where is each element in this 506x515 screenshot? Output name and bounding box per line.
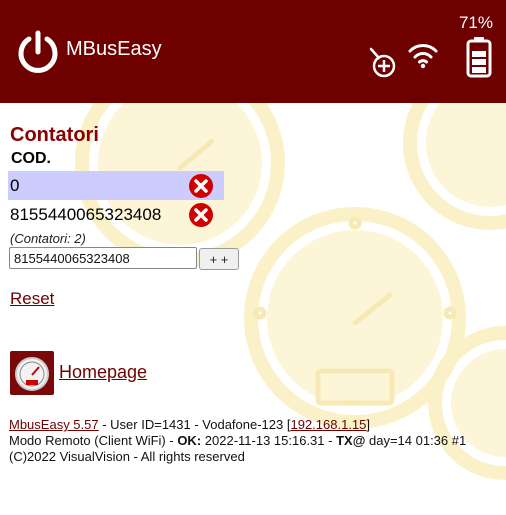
delete-icon[interactable] [188, 173, 214, 199]
main-content: Contatori COD. 0 8155440065323408 (Conta… [0, 103, 506, 515]
homepage-link[interactable]: Homepage [59, 362, 147, 383]
ip-link[interactable]: 192.168.1.15 [290, 417, 366, 432]
delete-icon[interactable] [188, 202, 214, 228]
user-info: - User ID=1431 - Vodafone-123 [ [98, 417, 291, 432]
power-icon[interactable] [16, 30, 60, 74]
gauge-home-icon[interactable] [10, 351, 54, 395]
status-footer: MbusEasy 5.57 - User ID=1431 - Vodafone-… [9, 417, 499, 465]
tx-text: day=14 01:36 #1 [365, 433, 467, 448]
copyright: (C)2022 VisualVision - All rights reserv… [9, 449, 245, 464]
column-header-code: COD. [11, 150, 51, 167]
version-link[interactable]: MbusEasy 5.57 [9, 417, 99, 432]
list-item[interactable]: 8155440065323408 [8, 200, 224, 229]
reset-link[interactable]: Reset [10, 289, 54, 309]
battery-icon [466, 37, 492, 78]
ok-label: OK: [177, 433, 202, 448]
tx-label: TX@ [336, 433, 366, 448]
mode-text: Modo Remoto (Client WiFi) - [9, 433, 178, 448]
meter-code: 0 [10, 175, 20, 195]
app-header: MBusEasy 71% [0, 0, 506, 103]
meter-code: 8155440065323408 [10, 204, 162, 224]
add-meter-button[interactable]: + + [199, 248, 239, 270]
list-item[interactable]: 0 [8, 171, 224, 200]
meter-code-input[interactable] [9, 247, 197, 269]
ip-close: ] [366, 417, 371, 432]
wifi-icon[interactable] [407, 40, 439, 70]
app-title: MBusEasy [66, 38, 162, 60]
ok-time: 2022-11-13 15:16.31 - [201, 433, 337, 448]
meter-add-icon[interactable] [368, 46, 398, 78]
battery-percent: 71% [458, 13, 493, 32]
section-title: Contatori [10, 124, 99, 146]
meter-count-note: (Contatori: 2) [10, 231, 86, 246]
